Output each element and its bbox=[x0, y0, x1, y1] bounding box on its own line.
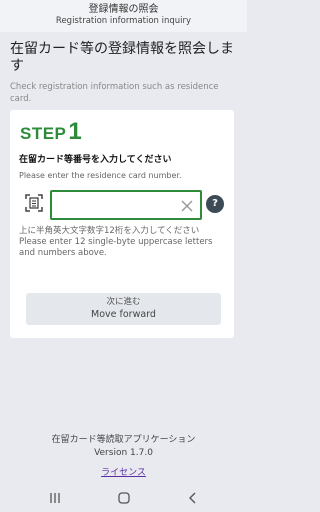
step-label: STEP bbox=[20, 124, 67, 143]
back-icon[interactable] bbox=[185, 490, 201, 506]
page-title: 在留カード等の登録情報を照会します bbox=[10, 41, 234, 74]
app-version: Version 1.7.0 bbox=[94, 448, 153, 458]
hint-japanese: 上に半角英大文字数字12桁を入力してください bbox=[19, 226, 200, 236]
close-icon[interactable] bbox=[180, 198, 194, 212]
hint-english: Please enter 12 single-byte uppercase le… bbox=[19, 237, 213, 258]
app-header: 登録情報の照会 Registration information inquiry bbox=[0, 0, 247, 32]
instruction-japanese: 在留カード等番号を入力してください bbox=[19, 155, 172, 165]
header-subtitle: Registration information inquiry bbox=[55, 16, 192, 26]
move-forward-label-japanese: 次に進む bbox=[106, 297, 141, 307]
step-indicator: STEP1 bbox=[20, 118, 82, 146]
help-icon[interactable]: ? bbox=[206, 195, 224, 213]
license-link[interactable]: ライセンス bbox=[101, 468, 146, 478]
header-title: 登録情報の照会 bbox=[88, 4, 159, 15]
residence-card-number-field bbox=[50, 190, 202, 220]
app-name: 在留カード等読取アプリケーション bbox=[51, 435, 196, 445]
card-scan-icon[interactable] bbox=[24, 193, 44, 213]
input-card: STEP1 在留カード等番号を入力してください Please enter the… bbox=[10, 110, 234, 338]
move-forward-label-english: Move forward bbox=[91, 309, 156, 320]
step-number: 1 bbox=[68, 118, 82, 145]
move-forward-button[interactable]: 次に進む Move forward bbox=[26, 293, 221, 325]
page-description: Check registration information such as r… bbox=[10, 82, 219, 104]
home-icon[interactable] bbox=[116, 490, 132, 506]
instruction-english: Please enter the residence card number. bbox=[19, 171, 182, 180]
app-footer: 在留カード等読取アプリケーション Version 1.7.0 ライセンス bbox=[0, 434, 247, 480]
residence-card-number-input[interactable] bbox=[56, 192, 176, 218]
system-navigation-bar bbox=[0, 484, 247, 512]
recent-apps-icon[interactable] bbox=[47, 490, 63, 506]
